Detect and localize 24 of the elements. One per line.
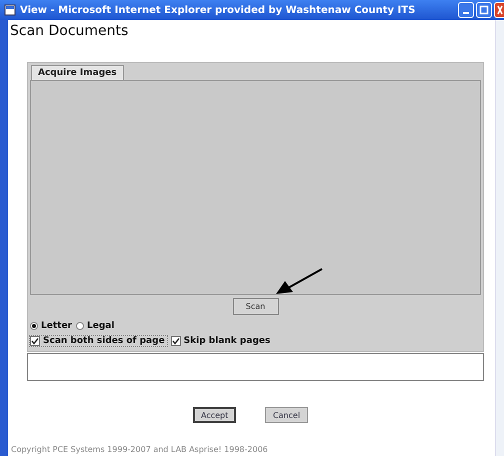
accept-button[interactable]: Accept — [193, 407, 236, 423]
radio-option[interactable]: Legal — [76, 321, 114, 331]
radio-option[interactable]: Letter — [30, 321, 72, 331]
checkbox[interactable] — [170, 336, 181, 346]
page-heading: Scan Documents — [10, 23, 130, 41]
browser-icon — [4, 4, 16, 16]
close-icon — [496, 5, 502, 15]
cancel-button[interactable]: Cancel — [265, 407, 308, 423]
text-field[interactable] — [27, 353, 484, 381]
checkbox-option[interactable]: Scan both sides of page — [30, 336, 167, 346]
radio-button[interactable] — [76, 322, 84, 330]
checkbox-option[interactable]: Skip blank pages — [170, 336, 270, 346]
tab[interactable]: Acquire Images — [31, 65, 124, 80]
close-button[interactable] — [494, 2, 504, 18]
scan-button[interactable]: Scan — [232, 298, 278, 315]
maximize-button[interactable] — [476, 2, 492, 18]
radio-button[interactable] — [30, 322, 38, 330]
minimize-button[interactable] — [458, 2, 474, 18]
checkbox[interactable] — [30, 336, 40, 346]
minimize-icon — [463, 12, 469, 14]
scrollbar[interactable] — [495, 20, 504, 456]
copyright-text: Copyright PCE Systems 1999-2007 and LAB Asprise! 1998-2006 — [11, 445, 269, 454]
window-title: View - Microsoft Internet Explorer provided by Washtenaw County ITS — [20, 4, 416, 16]
maximize-icon — [479, 5, 489, 15]
